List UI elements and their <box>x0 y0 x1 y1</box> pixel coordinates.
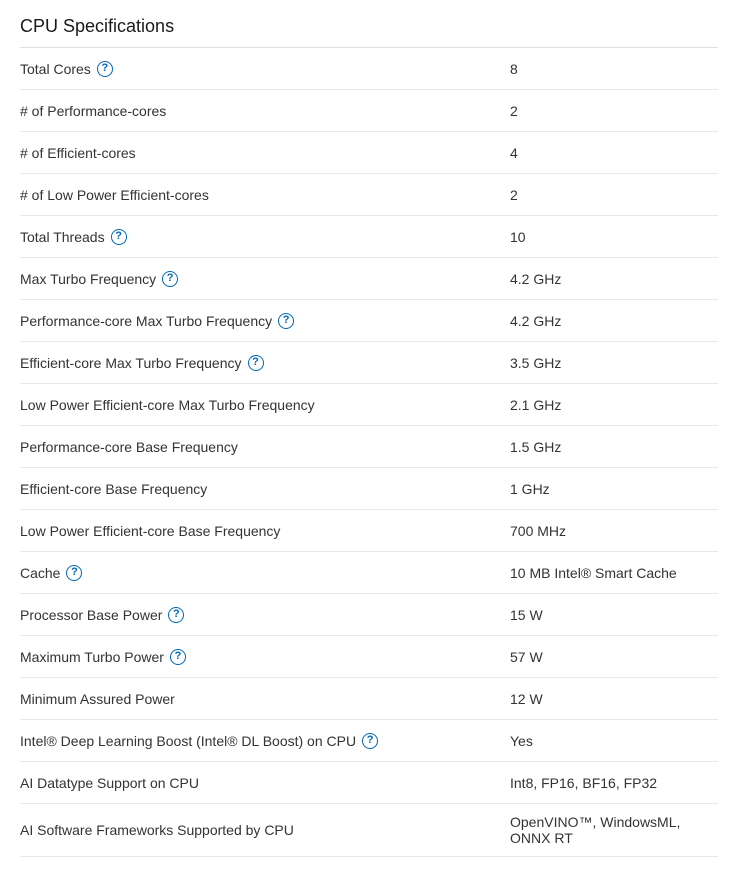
spec-row-total-threads: Total Threads?10 <box>20 216 718 258</box>
spec-value-eff-base-freq: 1 GHz <box>510 481 718 497</box>
spec-value-total-threads: 10 <box>510 229 718 245</box>
spec-label-text-perf-cores: # of Performance-cores <box>20 103 166 119</box>
spec-label-text-low-power-base-freq: Low Power Efficient-core Base Frequency <box>20 523 280 539</box>
spec-label-text-perf-max-turbo: Performance-core Max Turbo Frequency <box>20 313 272 329</box>
spec-row-low-power-max-turbo: Low Power Efficient-core Max Turbo Frequ… <box>20 384 718 426</box>
help-icon-total-threads[interactable]: ? <box>111 229 127 245</box>
help-icon-max-turbo-freq[interactable]: ? <box>162 271 178 287</box>
spec-label-ai-frameworks: AI Software Frameworks Supported by CPU <box>20 822 510 838</box>
spec-row-ai-frameworks: AI Software Frameworks Supported by CPU O… <box>20 804 718 857</box>
spec-label-text-eff-base-freq: Efficient-core Base Frequency <box>20 481 207 497</box>
cpu-specs-container: CPU Specifications Total Cores?8# of Per… <box>0 0 738 873</box>
spec-label-text-total-threads: Total Threads <box>20 229 105 245</box>
spec-label-text-cache: Cache <box>20 565 60 581</box>
spec-value-max-turbo-power: 57 W <box>510 649 718 665</box>
spec-row-low-power-cores: # of Low Power Efficient-cores 2 <box>20 174 718 216</box>
spec-row-proc-base-power: Processor Base Power?15 W <box>20 594 718 636</box>
spec-label-text-eff-cores: # of Efficient-cores <box>20 145 136 161</box>
help-icon-dl-boost[interactable]: ? <box>362 733 378 749</box>
spec-label-text-ai-datatype: AI Datatype Support on CPU <box>20 775 199 791</box>
spec-label-total-cores: Total Cores? <box>20 61 510 77</box>
spec-label-text-proc-base-power: Processor Base Power <box>20 607 162 623</box>
spec-label-dl-boost: Intel® Deep Learning Boost (Intel® DL Bo… <box>20 733 510 749</box>
spec-label-text-perf-base-freq: Performance-core Base Frequency <box>20 439 238 455</box>
spec-label-text-low-power-cores: # of Low Power Efficient-cores <box>20 187 209 203</box>
help-icon-eff-max-turbo[interactable]: ? <box>248 355 264 371</box>
spec-value-perf-max-turbo: 4.2 GHz <box>510 313 718 329</box>
spec-value-low-power-max-turbo: 2.1 GHz <box>510 397 718 413</box>
spec-label-min-assured-power: Minimum Assured Power <box>20 691 510 707</box>
spec-label-cache: Cache? <box>20 565 510 581</box>
help-icon-total-cores[interactable]: ? <box>97 61 113 77</box>
spec-label-text-ai-frameworks: AI Software Frameworks Supported by CPU <box>20 822 294 838</box>
spec-label-eff-base-freq: Efficient-core Base Frequency <box>20 481 510 497</box>
help-icon-proc-base-power[interactable]: ? <box>168 607 184 623</box>
spec-value-low-power-base-freq: 700 MHz <box>510 523 718 539</box>
spec-row-total-cores: Total Cores?8 <box>20 48 718 90</box>
help-icon-cache[interactable]: ? <box>66 565 82 581</box>
spec-label-text-max-turbo-freq: Max Turbo Frequency <box>20 271 156 287</box>
spec-label-total-threads: Total Threads? <box>20 229 510 245</box>
section-title: CPU Specifications <box>20 16 718 48</box>
spec-row-max-turbo-power: Maximum Turbo Power?57 W <box>20 636 718 678</box>
spec-label-text-total-cores: Total Cores <box>20 61 91 77</box>
spec-label-text-low-power-max-turbo: Low Power Efficient-core Max Turbo Frequ… <box>20 397 315 413</box>
spec-value-max-turbo-freq: 4.2 GHz <box>510 271 718 287</box>
help-icon-max-turbo-power[interactable]: ? <box>170 649 186 665</box>
spec-label-proc-base-power: Processor Base Power? <box>20 607 510 623</box>
spec-label-eff-cores: # of Efficient-cores <box>20 145 510 161</box>
spec-row-eff-max-turbo: Efficient-core Max Turbo Frequency?3.5 G… <box>20 342 718 384</box>
spec-value-perf-base-freq: 1.5 GHz <box>510 439 718 455</box>
help-icon-perf-max-turbo[interactable]: ? <box>278 313 294 329</box>
spec-row-perf-base-freq: Performance-core Base Frequency 1.5 GHz <box>20 426 718 468</box>
spec-value-perf-cores: 2 <box>510 103 718 119</box>
spec-label-perf-max-turbo: Performance-core Max Turbo Frequency? <box>20 313 510 329</box>
spec-label-text-min-assured-power: Minimum Assured Power <box>20 691 175 707</box>
spec-label-low-power-cores: # of Low Power Efficient-cores <box>20 187 510 203</box>
spec-label-text-eff-max-turbo: Efficient-core Max Turbo Frequency <box>20 355 242 371</box>
spec-label-max-turbo-power: Maximum Turbo Power? <box>20 649 510 665</box>
spec-value-ai-datatype: Int8, FP16, BF16, FP32 <box>510 775 718 791</box>
spec-row-ai-datatype: AI Datatype Support on CPU Int8, FP16, BF… <box>20 762 718 804</box>
spec-row-dl-boost: Intel® Deep Learning Boost (Intel® DL Bo… <box>20 720 718 762</box>
spec-label-low-power-max-turbo: Low Power Efficient-core Max Turbo Frequ… <box>20 397 510 413</box>
spec-value-cache: 10 MB Intel® Smart Cache <box>510 565 718 581</box>
spec-row-perf-cores: # of Performance-cores 2 <box>20 90 718 132</box>
spec-value-eff-max-turbo: 3.5 GHz <box>510 355 718 371</box>
spec-row-cache: Cache?10 MB Intel® Smart Cache <box>20 552 718 594</box>
spec-value-eff-cores: 4 <box>510 145 718 161</box>
spec-label-low-power-base-freq: Low Power Efficient-core Base Frequency <box>20 523 510 539</box>
spec-row-eff-cores: # of Efficient-cores 4 <box>20 132 718 174</box>
spec-label-max-turbo-freq: Max Turbo Frequency? <box>20 271 510 287</box>
spec-value-total-cores: 8 <box>510 61 718 77</box>
spec-label-perf-base-freq: Performance-core Base Frequency <box>20 439 510 455</box>
spec-value-min-assured-power: 12 W <box>510 691 718 707</box>
spec-label-eff-max-turbo: Efficient-core Max Turbo Frequency? <box>20 355 510 371</box>
spec-value-low-power-cores: 2 <box>510 187 718 203</box>
spec-label-text-dl-boost: Intel® Deep Learning Boost (Intel® DL Bo… <box>20 733 356 749</box>
spec-table: Total Cores?8# of Performance-cores2# of… <box>20 48 718 857</box>
spec-label-perf-cores: # of Performance-cores <box>20 103 510 119</box>
spec-row-max-turbo-freq: Max Turbo Frequency?4.2 GHz <box>20 258 718 300</box>
spec-label-ai-datatype: AI Datatype Support on CPU <box>20 775 510 791</box>
spec-value-ai-frameworks: OpenVINO™, WindowsML, ONNX RT <box>510 814 718 846</box>
spec-label-text-max-turbo-power: Maximum Turbo Power <box>20 649 164 665</box>
spec-row-perf-max-turbo: Performance-core Max Turbo Frequency?4.2… <box>20 300 718 342</box>
spec-row-low-power-base-freq: Low Power Efficient-core Base Frequency 7… <box>20 510 718 552</box>
spec-value-dl-boost: Yes <box>510 733 718 749</box>
spec-row-eff-base-freq: Efficient-core Base Frequency 1 GHz <box>20 468 718 510</box>
spec-value-proc-base-power: 15 W <box>510 607 718 623</box>
spec-row-min-assured-power: Minimum Assured Power 12 W <box>20 678 718 720</box>
